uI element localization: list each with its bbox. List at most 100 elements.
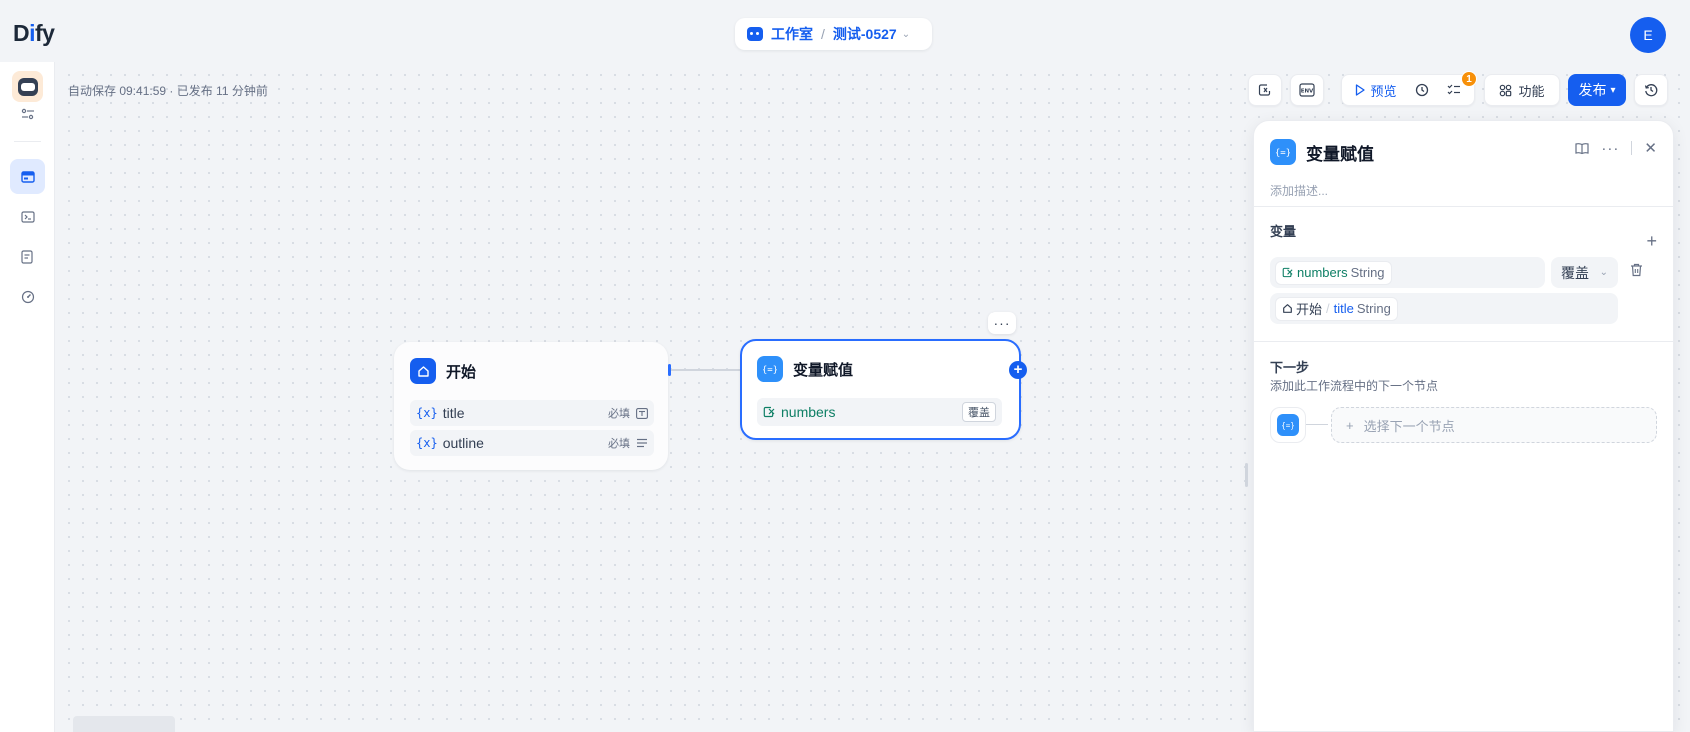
gauge-icon xyxy=(21,290,34,303)
node-config-panel: {=} 变量赋值 ··· ✕ 添加描述... 变量 + numbers Stri… xyxy=(1245,120,1674,732)
document-list-icon xyxy=(21,249,33,264)
home-icon xyxy=(1283,304,1292,313)
publish-button[interactable]: 发布 ▾ xyxy=(1568,74,1626,106)
variables-section-title: 变量 xyxy=(1270,224,1297,239)
next-step-title: 下一步 xyxy=(1270,360,1310,375)
operation-select[interactable]: 覆盖 ⌄ xyxy=(1551,257,1618,288)
svg-text:{=}: {=} xyxy=(763,366,777,376)
chevron-down-icon: ⌄ xyxy=(1599,267,1608,278)
value-separator: / xyxy=(1326,301,1330,316)
value-variable-select[interactable]: 开始 / title String xyxy=(1270,293,1618,324)
assigner-var-name: numbers xyxy=(781,404,836,420)
add-next-node-handle[interactable]: + xyxy=(1009,361,1027,379)
next-step-subtitle: 添加此工作流程中的下一个节点 xyxy=(1270,379,1439,393)
select-next-node-label: 选择下一个节点 xyxy=(1363,418,1455,434)
assigner-icon: {=} xyxy=(1270,139,1296,165)
variable-inspect-button[interactable] xyxy=(1248,74,1282,106)
settings-sliders-icon[interactable] xyxy=(10,102,45,126)
target-var-type: String xyxy=(1350,265,1385,280)
left-sidebar xyxy=(0,62,55,732)
chevron-down-icon[interactable]: ⌄ xyxy=(902,29,910,40)
start-node[interactable]: 开始 {x} title 必填 {x} outline 必填 xyxy=(394,342,668,470)
breadcrumb-studio[interactable]: 工作室 xyxy=(771,24,813,44)
target-variable-chip: numbers String xyxy=(1275,260,1392,285)
paragraph-icon xyxy=(637,438,647,448)
user-avatar[interactable]: E xyxy=(1630,17,1666,53)
robot-icon xyxy=(747,27,763,41)
version-history-button[interactable] xyxy=(1634,74,1668,106)
breadcrumb: 工作室 / 测试-0527 ⌄ xyxy=(735,18,932,50)
start-var-row: {x} title 必填 xyxy=(410,400,654,426)
variable-icon xyxy=(1258,84,1271,96)
panel-resize-handle[interactable] xyxy=(1245,463,1248,487)
panel-tools: ··· ✕ xyxy=(1575,139,1657,157)
assigner-node-title: 变量赋值 xyxy=(793,361,854,379)
plus-icon: + xyxy=(1346,417,1354,433)
current-node-icon: {=} xyxy=(1270,407,1306,443)
start-var-name: title xyxy=(442,405,465,421)
value-variable-chip: 开始 / title String xyxy=(1275,296,1398,321)
more-icon[interactable]: ··· xyxy=(1601,140,1619,157)
start-var-row: {x} outline 必填 xyxy=(410,430,654,456)
sidebar-item-orchestrate[interactable] xyxy=(10,159,45,194)
start-node-title: 开始 xyxy=(446,363,477,381)
node-more-button[interactable]: ··· xyxy=(988,312,1016,334)
svg-text:ENV: ENV xyxy=(1301,89,1314,95)
checklist-badge: 1 xyxy=(1461,71,1477,87)
value-var-type: String xyxy=(1356,301,1391,316)
play-icon xyxy=(1356,84,1366,96)
features-label: 功能 xyxy=(1518,83,1545,99)
history-clock-icon xyxy=(1415,83,1428,97)
dify-logo[interactable]: Dify xyxy=(13,20,55,47)
panel-title[interactable]: 变量赋值 xyxy=(1306,140,1374,165)
breadcrumb-separator: / xyxy=(821,26,825,42)
node-edge[interactable] xyxy=(670,369,740,371)
start-node-output-handle[interactable] xyxy=(668,364,671,376)
checklist-icon xyxy=(1447,84,1460,95)
minimap[interactable] xyxy=(73,716,175,732)
env-variables-button[interactable]: ENV xyxy=(1290,74,1324,106)
chevron-down-icon: ▾ xyxy=(1610,84,1616,96)
breadcrumb-app-name[interactable]: 测试-0527 xyxy=(833,24,897,44)
preview-button[interactable]: 预览 xyxy=(1348,76,1403,104)
grid-icon xyxy=(1500,84,1512,96)
description-input[interactable]: 添加描述... xyxy=(1270,182,1328,199)
assigner-node-header: {=} 变量赋值 xyxy=(757,356,853,382)
sidebar-item-monitoring[interactable] xyxy=(10,279,45,314)
env-icon: ENV xyxy=(1299,83,1315,97)
target-var-name: numbers xyxy=(1297,265,1348,280)
value-node-name: 开始 xyxy=(1296,302,1323,317)
required-label: 必填 xyxy=(608,438,630,450)
target-variable-select[interactable]: numbers String xyxy=(1270,257,1545,288)
variable-icon: {x} xyxy=(416,406,438,420)
add-variable-icon[interactable]: + xyxy=(1646,231,1657,252)
select-next-node-button[interactable]: + 选择下一个节点 xyxy=(1331,407,1657,443)
operation-value: 覆盖 xyxy=(1561,264,1589,281)
restore-clock-icon xyxy=(1644,84,1658,97)
next-connector xyxy=(1306,424,1328,425)
assigner-icon: {=} xyxy=(1277,414,1299,436)
assigner-var-row: numbers 覆盖 xyxy=(757,398,1002,426)
assigner-icon: {=} xyxy=(757,356,783,382)
run-history-button[interactable] xyxy=(1408,76,1436,104)
delete-icon[interactable] xyxy=(1630,263,1643,282)
robot-face-icon xyxy=(17,77,38,96)
panel-header: {=} 变量赋值 xyxy=(1270,139,1374,165)
autosave-status: 自动保存 09:41:59 · 已发布 11 分钟前 xyxy=(68,84,268,98)
svg-text:{=}: {=} xyxy=(1276,149,1290,159)
start-node-header: 开始 xyxy=(410,358,476,384)
panel-divider xyxy=(1254,206,1673,207)
svg-text:{=}: {=} xyxy=(1282,421,1294,430)
text-input-icon xyxy=(636,407,648,419)
top-bar: Dify 工作室 / 测试-0527 ⌄ E xyxy=(0,0,1690,62)
variable-assigner-node[interactable]: {=} 变量赋值 numbers 覆盖 xyxy=(740,339,1021,440)
close-icon[interactable]: ✕ xyxy=(1644,139,1657,157)
operation-tag: 覆盖 xyxy=(962,402,996,422)
conversation-var-icon xyxy=(1282,267,1293,278)
sidebar-item-api[interactable] xyxy=(10,199,45,234)
sidebar-item-logs[interactable] xyxy=(10,239,45,274)
app-icon[interactable] xyxy=(12,71,43,102)
features-button[interactable]: 功能 xyxy=(1484,74,1560,106)
panel-divider xyxy=(1254,341,1673,342)
book-icon[interactable] xyxy=(1575,142,1590,155)
